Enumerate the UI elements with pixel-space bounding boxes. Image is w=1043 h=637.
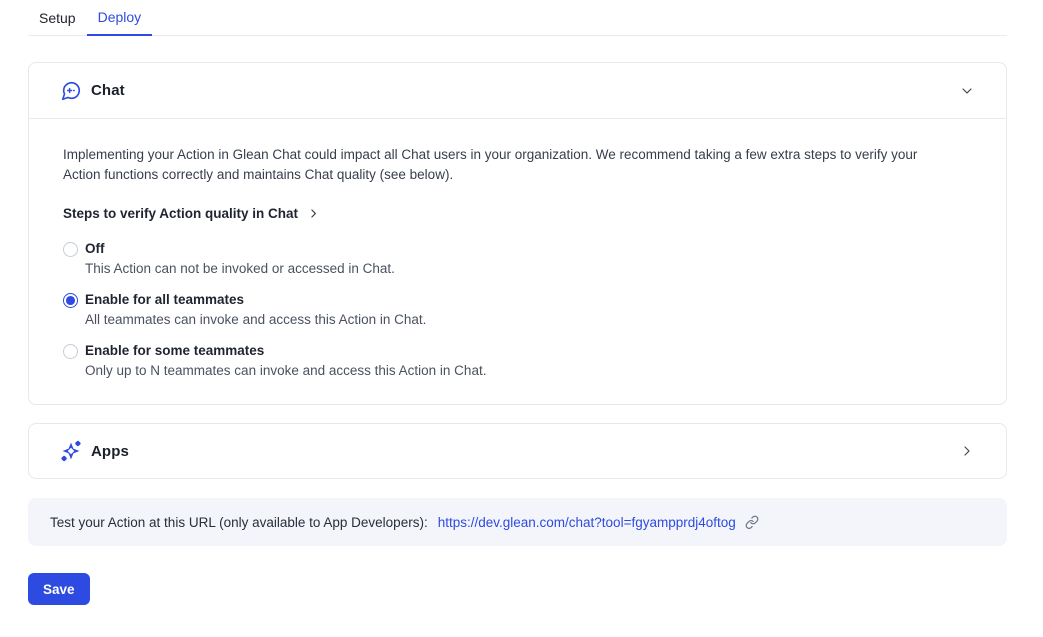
chat-card-title: Chat <box>91 82 125 99</box>
steps-link-label: Steps to verify Action quality in Chat <box>63 206 298 221</box>
chat-card-body: Implementing your Action in Glean Chat c… <box>29 119 1006 404</box>
radio-option-enable-all[interactable]: Enable for all teammates All teammates c… <box>63 292 966 328</box>
apps-sparkle-icon <box>59 439 83 463</box>
chat-bubble-sparkle-icon <box>59 79 83 103</box>
chevron-down-icon[interactable] <box>958 82 976 100</box>
radio-button[interactable] <box>63 293 78 308</box>
link-icon[interactable] <box>745 515 759 529</box>
test-url-bar: Test your Action at this URL (only avail… <box>28 498 1007 546</box>
radio-option-off[interactable]: Off This Action can not be invoked or ac… <box>63 241 966 277</box>
apps-card-header[interactable]: Apps <box>29 424 1006 478</box>
deploy-page: Setup Deploy Chat Implementing your Acti… <box>0 0 1043 605</box>
radio-option-description: All teammates can invoke and access this… <box>85 312 966 328</box>
chevron-right-icon[interactable] <box>958 442 976 460</box>
test-url-label: Test your Action at this URL (only avail… <box>50 515 428 530</box>
chat-enable-options: Off This Action can not be invoked or ac… <box>63 241 966 379</box>
radio-option-label: Off <box>85 241 966 257</box>
test-url-link[interactable]: https://dev.glean.com/chat?tool=fgyamppr… <box>438 515 736 530</box>
chat-description: Implementing your Action in Glean Chat c… <box>63 145 943 185</box>
save-button[interactable]: Save <box>28 573 90 605</box>
tab-deploy[interactable]: Deploy <box>87 9 153 36</box>
radio-option-enable-some[interactable]: Enable for some teammates Only up to N t… <box>63 343 966 379</box>
steps-link[interactable]: Steps to verify Action quality in Chat <box>63 206 966 221</box>
radio-button[interactable] <box>63 242 78 257</box>
chat-card-header[interactable]: Chat <box>29 63 1006 119</box>
chat-card: Chat Implementing your Action in Glean C… <box>28 62 1007 405</box>
radio-option-label: Enable for some teammates <box>85 343 966 359</box>
radio-option-label: Enable for all teammates <box>85 292 966 308</box>
radio-option-description: This Action can not be invoked or access… <box>85 261 966 277</box>
apps-card: Apps <box>28 423 1007 479</box>
chevron-right-icon <box>307 207 320 220</box>
apps-card-title: Apps <box>91 443 129 460</box>
radio-option-description: Only up to N teammates can invoke and ac… <box>85 363 966 379</box>
tab-setup[interactable]: Setup <box>28 10 87 35</box>
radio-button[interactable] <box>63 344 78 359</box>
tab-bar: Setup Deploy <box>28 0 1007 36</box>
